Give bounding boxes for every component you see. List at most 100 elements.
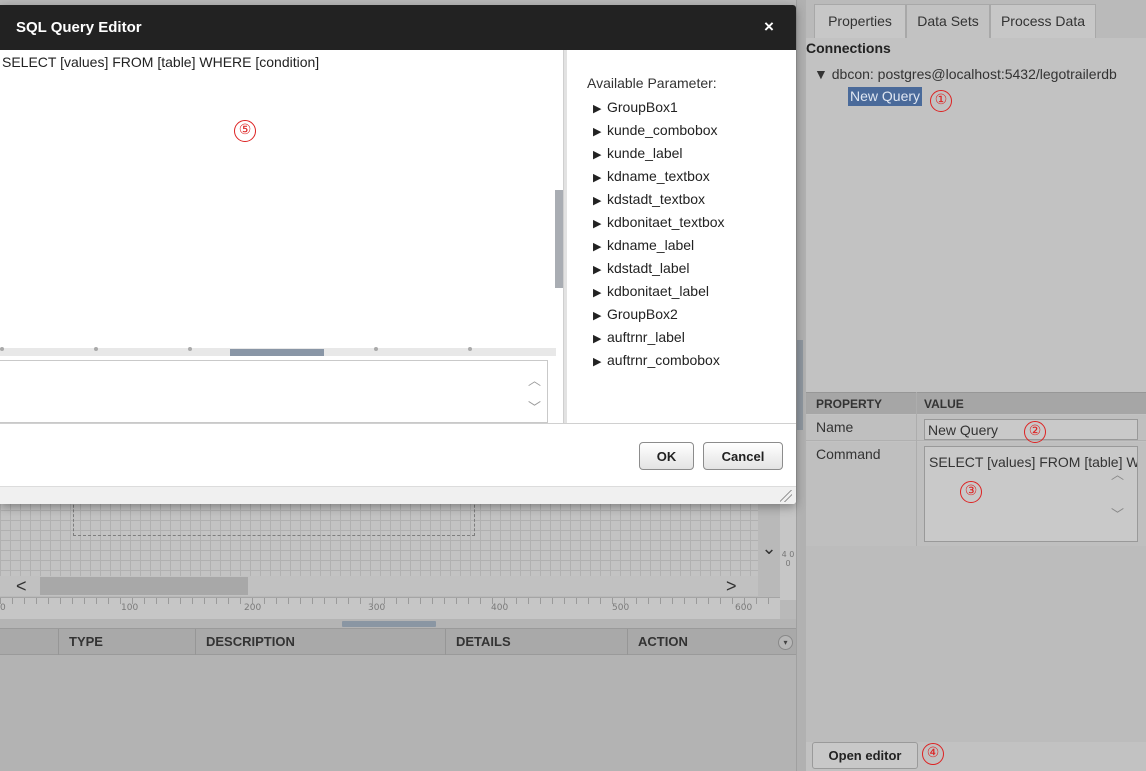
expand-arrow-icon[interactable]: ▶ <box>593 263 607 276</box>
tab-bar: Properties Data Sets Process Data <box>806 0 1146 38</box>
canvas-element-outline[interactable] <box>73 500 475 536</box>
expand-arrow-icon[interactable]: ▶ <box>593 125 607 138</box>
expand-arrow-icon[interactable]: ▶ <box>593 240 607 253</box>
parameter-label: GroupBox1 <box>607 99 678 115</box>
event-table-header: TYPE DESCRIPTION DETAILS ACTION ▾ <box>0 628 796 656</box>
property-column-header: PROPERTY <box>816 397 883 411</box>
parameter-label: kdstadt_label <box>607 260 690 276</box>
parameter-panel: Available Parameter: ▶ GroupBox1 ▶ kunde_c… <box>567 50 796 422</box>
column-details[interactable]: DETAILS <box>445 629 627 656</box>
value-column-header: VALUE <box>924 397 964 411</box>
callout-marker-1: ① <box>930 90 952 112</box>
column-menu-icon[interactable]: ▾ <box>778 635 793 650</box>
expand-arrow-icon[interactable]: ▶ <box>593 286 607 299</box>
cancel-button[interactable]: Cancel <box>703 442 783 470</box>
chevron-down-icon[interactable]: ⌄ <box>758 538 780 558</box>
chevron-up-icon[interactable]: ︿ <box>528 370 541 389</box>
ok-button[interactable]: OK <box>639 442 694 470</box>
chevron-down-icon[interactable]: ﹀ <box>1111 504 1124 523</box>
dialog-title: SQL Query Editor <box>16 19 142 36</box>
dialog-footer <box>0 486 796 504</box>
parameter-item[interactable]: ▶ auftrnr_combobox <box>593 352 720 368</box>
expand-arrow-icon[interactable]: ▶ <box>593 102 607 115</box>
scrollbar-marker <box>0 347 4 351</box>
connections-title: Connections <box>806 40 891 56</box>
horizontal-scrollbar-thumb[interactable] <box>230 349 324 356</box>
parameter-item[interactable]: ▶ kdstadt_label <box>593 260 690 276</box>
expand-arrow-icon[interactable]: ▶ <box>593 194 607 207</box>
expand-arrow-icon[interactable]: ▶ <box>593 309 607 322</box>
parameter-label: kunde_combobox <box>607 122 718 138</box>
property-grid-header: PROPERTY VALUE <box>806 392 1146 414</box>
ruler-tick: 600 <box>735 603 753 613</box>
scrollbar-marker <box>94 347 98 351</box>
parameter-item[interactable]: ▶ GroupBox2 <box>593 306 678 322</box>
parameter-item[interactable]: ▶ kdname_label <box>593 237 694 253</box>
ruler-tick: 200 <box>244 603 262 613</box>
command-label: Command <box>816 446 881 462</box>
ruler-tick: 300 <box>368 603 386 613</box>
scroll-right-icon[interactable]: > <box>726 576 737 596</box>
horizontal-scrollbar-thumb[interactable] <box>40 577 248 595</box>
parameter-label: kunde_label <box>607 145 683 161</box>
event-table-body <box>0 655 796 771</box>
parameter-item[interactable]: ▶ kdstadt_textbox <box>593 191 705 207</box>
parameter-item[interactable]: ▶ kdname_textbox <box>593 168 710 184</box>
sql-text[interactable]: SELECT [values] FROM [table] WHERE [cond… <box>2 54 319 70</box>
parameter-label: kdname_label <box>607 237 695 253</box>
horizontal-ruler <box>0 597 780 619</box>
column-action[interactable]: ACTION <box>627 629 772 656</box>
resize-grip-icon[interactable] <box>780 490 792 502</box>
ruler-tick: 0 <box>0 603 6 613</box>
parameter-item[interactable]: ▶ auftrnr_label <box>593 329 685 345</box>
column-description[interactable]: DESCRIPTION <box>195 629 445 656</box>
right-panel: Properties Data Sets Process Data Connec… <box>806 0 1146 771</box>
tab-properties[interactable]: Properties <box>814 4 906 38</box>
query-tree-item[interactable]: New Query <box>848 87 923 106</box>
dialog-titlebar[interactable]: SQL Query Editor × <box>0 5 796 50</box>
parameter-label: GroupBox2 <box>607 306 678 322</box>
expand-arrow-icon[interactable]: ▶ <box>593 355 607 368</box>
parameter-item[interactable]: ▶ kdbonitaet_label <box>593 283 709 299</box>
callout-marker-4: ④ <box>922 743 944 765</box>
close-icon[interactable]: × <box>764 17 774 37</box>
callout-marker-5: ⑤ <box>234 120 256 142</box>
expand-arrow-icon[interactable]: ▶ <box>593 332 607 345</box>
chevron-down-icon[interactable]: ﹀ <box>528 397 541 416</box>
chevron-up-icon[interactable]: ︿ <box>1111 464 1124 483</box>
parameter-item[interactable]: ▶ kunde_combobox <box>593 122 718 138</box>
scroll-left-icon[interactable]: < <box>16 576 27 596</box>
scrollbar-marker <box>374 347 378 351</box>
open-editor-button[interactable]: Open editor <box>812 742 918 769</box>
parameter-item[interactable]: ▶ kunde_label <box>593 145 683 161</box>
parameter-item[interactable]: ▶ GroupBox1 <box>593 99 678 115</box>
ruler-tick: 500 <box>612 603 630 613</box>
scrollbar-marker <box>188 347 192 351</box>
callout-marker-2: ② <box>1024 421 1046 443</box>
callout-marker-3: ③ <box>960 481 982 503</box>
expand-arrow-icon[interactable]: ▶ <box>593 217 607 230</box>
ruler-tick: 100 <box>121 603 139 613</box>
sql-result-area[interactable] <box>0 360 548 423</box>
tab-process-data[interactable]: Process Data <box>990 4 1096 38</box>
dialog-divider <box>0 423 796 424</box>
scrollbar-marker <box>468 347 472 351</box>
parameter-item[interactable]: ▶ kdbonitaet_textbox <box>593 214 725 230</box>
column-type[interactable]: TYPE <box>58 629 195 656</box>
splitter-grip[interactable] <box>797 340 803 430</box>
connection-tree-item[interactable]: ▼ dbcon: postgres@localhost:5432/legotra… <box>814 66 1117 82</box>
splitter-grip[interactable] <box>342 621 436 627</box>
name-label: Name <box>816 419 854 435</box>
sql-editor[interactable]: SELECT [values] FROM [table] WHERE [cond… <box>0 50 556 348</box>
expand-arrow-icon[interactable]: ▶ <box>593 148 607 161</box>
parameter-label: auftrnr_combobox <box>607 352 720 368</box>
parameters-title: Available Parameter: <box>587 75 717 91</box>
expand-arrow-icon[interactable]: ▶ <box>593 171 607 184</box>
vertical-ruler: 4 0 0 <box>780 500 796 600</box>
tab-data-sets[interactable]: Data Sets <box>906 4 990 38</box>
sql-query-editor-dialog: SQL Query Editor × SELECT [values] FROM … <box>0 5 796 504</box>
parameter-label: auftrnr_label <box>607 329 685 345</box>
parameter-label: kdname_textbox <box>607 168 710 184</box>
parameter-label: kdbonitaet_label <box>607 283 709 299</box>
command-field[interactable]: SELECT [values] FROM [table] WHERE [cond… <box>924 446 1138 542</box>
